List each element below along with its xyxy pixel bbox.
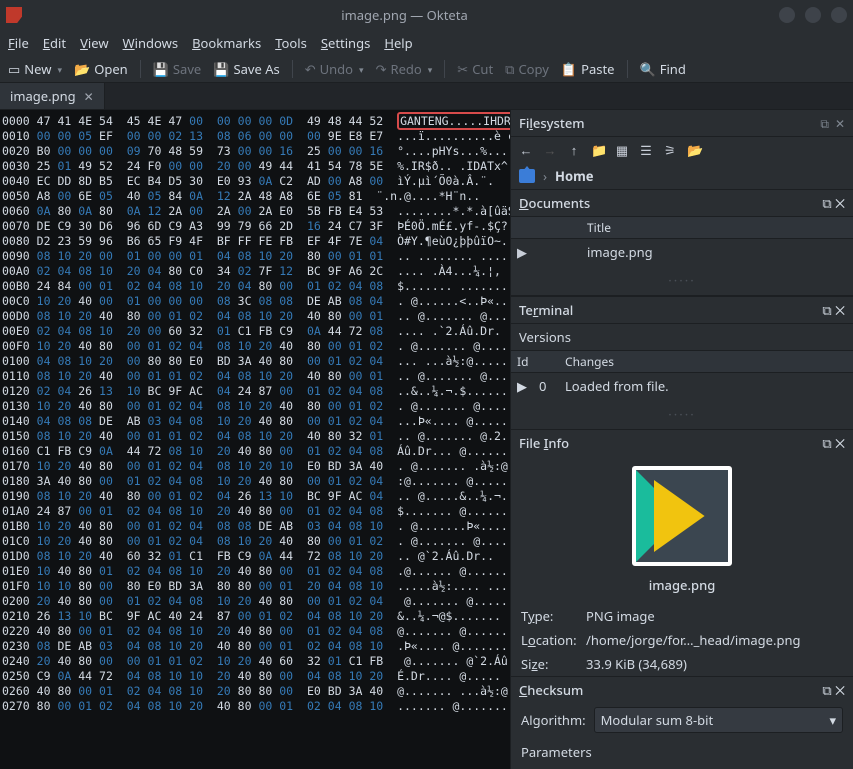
- expand-icon[interactable]: ▶: [517, 243, 539, 261]
- versions-title: Versions: [519, 328, 571, 346]
- location-value: /home/jorge/for…_head/image.png: [586, 631, 801, 649]
- close-panel-icon[interactable]: ✕: [835, 301, 845, 319]
- file-name: image.png: [649, 576, 716, 594]
- find-button[interactable]: 🔍 Find: [640, 60, 686, 78]
- document-tab[interactable]: image.png ✕: [0, 83, 105, 109]
- cut-icon: ✂: [457, 60, 468, 78]
- close-window-button[interactable]: [831, 7, 847, 23]
- parameters-label: Parameters: [511, 737, 853, 767]
- type-label: Type:: [521, 607, 586, 625]
- file-thumbnail: [632, 466, 732, 566]
- menu-view[interactable]: View: [80, 34, 108, 52]
- algorithm-label: Algorithm:: [521, 711, 586, 729]
- size-value: 33.9 KiB (34,689): [586, 655, 687, 673]
- tab-label: image.png: [10, 87, 76, 105]
- close-panel-icon[interactable]: ✕: [835, 434, 845, 452]
- dots: ·····: [511, 399, 853, 429]
- undo-icon: ↶: [305, 60, 316, 78]
- cut-button[interactable]: ✂ Cut: [457, 60, 493, 78]
- type-value: PNG image: [586, 607, 655, 625]
- save-button[interactable]: 💾 Save: [153, 60, 202, 78]
- undo-button[interactable]: ↶ Undo ▾: [305, 60, 364, 78]
- version-row[interactable]: ▶ 0 Loaded from file.: [511, 373, 853, 399]
- documents-title: Documents: [519, 194, 590, 212]
- menu-settings[interactable]: Settings: [321, 34, 370, 52]
- chevron-down-icon: ▾: [829, 711, 836, 729]
- home-icon[interactable]: [519, 169, 535, 183]
- fileinfo-title: File Info: [519, 434, 569, 452]
- minimize-button[interactable]: [779, 7, 795, 23]
- search-icon: 🔍: [640, 60, 656, 78]
- saveas-button[interactable]: 💾 Save As: [213, 60, 279, 78]
- version-changes: Loaded from file.: [565, 377, 669, 395]
- new-button[interactable]: ▭ New ▾: [8, 60, 62, 78]
- paste-icon: 📋: [561, 60, 577, 78]
- list-icon[interactable]: ☰: [639, 141, 653, 159]
- grid-icon[interactable]: ▦: [615, 141, 629, 159]
- checksum-title: Checksum: [519, 681, 583, 699]
- chevron-down-icon[interactable]: ▾: [359, 63, 364, 76]
- open-button[interactable]: 📂 Open: [74, 60, 128, 78]
- detach-icon[interactable]: ⧉: [822, 434, 831, 452]
- detach-icon[interactable]: ⧉: [822, 194, 831, 212]
- menu-tools[interactable]: Tools: [275, 34, 307, 52]
- detach-icon[interactable]: ⧉: [822, 301, 831, 319]
- menu-help[interactable]: Help: [384, 34, 412, 52]
- hex-editor[interactable]: 0000 47 41 4E 54 45 4E 47 00 00 00 00 0D…: [0, 110, 510, 769]
- document-name: image.png: [587, 243, 653, 261]
- new-folder-icon[interactable]: 📂: [687, 141, 701, 159]
- close-tab-icon[interactable]: ✕: [84, 88, 94, 105]
- forward-icon[interactable]: →: [543, 141, 557, 159]
- terminal-title: Terminal: [519, 301, 573, 319]
- algorithm-dropdown[interactable]: Modular sum 8-bit ▾: [594, 707, 843, 733]
- up-icon[interactable]: ↑: [567, 141, 581, 159]
- col-id[interactable]: Id: [511, 351, 559, 372]
- separator: [444, 60, 445, 78]
- menu-bookmarks[interactable]: Bookmarks: [192, 34, 261, 52]
- menu-windows[interactable]: Windows: [123, 34, 179, 52]
- dots: ·····: [511, 265, 853, 295]
- redo-button[interactable]: ↷ Redo ▾: [376, 60, 433, 78]
- filesystem-title: Filesystem: [519, 114, 585, 132]
- close-panel-icon[interactable]: ✕: [835, 115, 845, 132]
- copy-icon: ⧉: [505, 60, 514, 78]
- paste-button[interactable]: 📋 Paste: [561, 60, 615, 78]
- close-panel-icon[interactable]: ✕: [835, 681, 845, 699]
- size-label: Size:: [521, 655, 586, 673]
- version-id: 0: [539, 377, 565, 395]
- separator: [292, 60, 293, 78]
- expand-icon[interactable]: ▶: [517, 377, 539, 395]
- tree-icon[interactable]: ⚞: [663, 141, 677, 159]
- folder-open-icon: 📂: [74, 60, 90, 78]
- window-title: image.png — Okteta: [30, 6, 779, 24]
- new-icon: ▭: [8, 60, 20, 78]
- chevron-right-icon: ›: [543, 167, 547, 185]
- redo-icon: ↷: [376, 60, 387, 78]
- location-label: Location:: [521, 631, 586, 649]
- separator: [627, 60, 628, 78]
- folder-icon[interactable]: 📁: [591, 141, 605, 159]
- document-row[interactable]: ▶ image.png: [511, 239, 853, 265]
- menu-edit[interactable]: Edit: [43, 34, 66, 52]
- chevron-down-icon[interactable]: ▾: [57, 63, 62, 76]
- saveas-icon: 💾: [213, 60, 229, 78]
- detach-icon[interactable]: ⧉: [822, 681, 831, 699]
- col-title[interactable]: Title: [581, 217, 617, 238]
- col-changes[interactable]: Changes: [559, 351, 620, 372]
- app-icon: [6, 7, 22, 23]
- menu-file[interactable]: File: [8, 34, 29, 52]
- detach-icon[interactable]: ⧉: [820, 115, 829, 132]
- separator: [140, 60, 141, 78]
- save-icon: 💾: [153, 60, 169, 78]
- path-home[interactable]: Home: [555, 167, 594, 185]
- back-icon[interactable]: ←: [519, 141, 533, 159]
- chevron-down-icon[interactable]: ▾: [428, 63, 433, 76]
- copy-button[interactable]: ⧉ Copy: [505, 60, 549, 78]
- maximize-button[interactable]: [805, 7, 821, 23]
- close-panel-icon[interactable]: ✕: [835, 194, 845, 212]
